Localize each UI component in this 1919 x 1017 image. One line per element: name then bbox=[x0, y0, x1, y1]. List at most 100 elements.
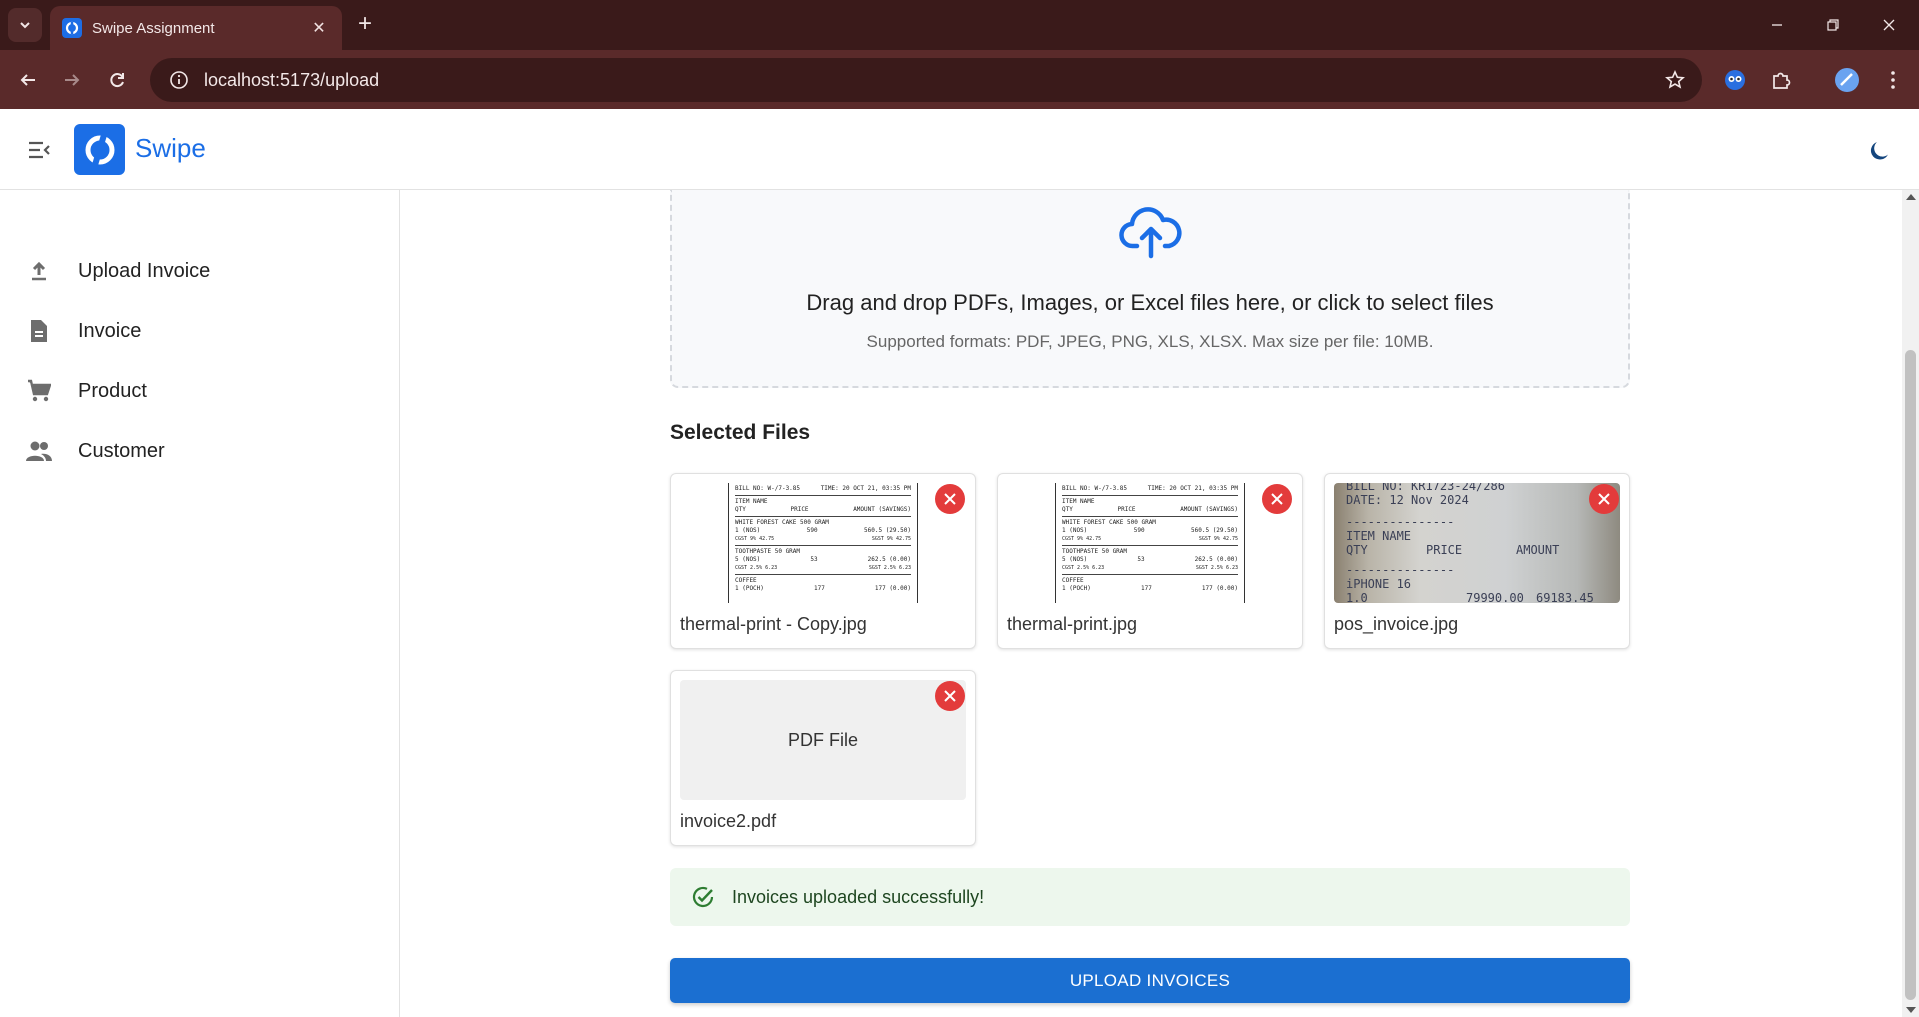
receipt-text: 177 (0.00) bbox=[874, 585, 911, 592]
remove-file-button[interactable] bbox=[1262, 484, 1292, 514]
receipt-text: CGST 9% 42.75 bbox=[735, 536, 775, 542]
receipt-text: COFFEE bbox=[735, 577, 757, 584]
close-icon bbox=[944, 690, 956, 702]
receipt-text: PRICE bbox=[790, 506, 809, 513]
sidebar-item-label: Upload Invoice bbox=[78, 259, 211, 282]
receipt-text: ITEM NAME bbox=[1062, 498, 1095, 505]
photo-text: 1.0 bbox=[1346, 591, 1368, 603]
receipt-text: 5 (NOS) bbox=[1062, 556, 1088, 563]
url-text[interactable]: localhost:5173/upload bbox=[204, 70, 1658, 91]
file-name: invoice2.pdf bbox=[680, 811, 777, 831]
sidebar-item-label: Product bbox=[78, 379, 147, 402]
scroll-down-arrow-icon[interactable] bbox=[1906, 1007, 1916, 1013]
reload-icon[interactable] bbox=[101, 64, 133, 96]
tab-search-button[interactable] bbox=[8, 8, 42, 42]
site-info-icon[interactable] bbox=[166, 67, 192, 93]
sidebar-item-customer[interactable]: Customer bbox=[0, 423, 399, 479]
remove-file-button[interactable] bbox=[935, 681, 965, 711]
browser-tab-active[interactable]: Swipe Assignment ✕ bbox=[50, 6, 342, 50]
receipt-text: SGST 2.5% 6.23 bbox=[868, 565, 911, 571]
receipt-text: 53 bbox=[810, 556, 818, 563]
brand-name[interactable]: Swipe bbox=[135, 133, 206, 164]
receipt-text: SGST 9% 42.75 bbox=[1198, 536, 1238, 542]
receipt-text: 560.5 (29.50) bbox=[864, 527, 911, 534]
swipe-logo-icon[interactable] bbox=[74, 124, 125, 175]
scrollbar-thumb[interactable] bbox=[1905, 350, 1916, 1000]
dropzone-title: Drag and drop PDFs, Images, or Excel fil… bbox=[806, 290, 1494, 315]
remove-file-button[interactable] bbox=[1589, 484, 1619, 514]
file-thumbnail: BILL NO: KR1723-24/286 DATE: 12 Nov 2024… bbox=[1334, 483, 1620, 603]
receipt-text: 590 bbox=[1133, 527, 1145, 534]
sidebar-item-invoice[interactable]: Invoice bbox=[0, 303, 399, 359]
receipt-text: COFFEE bbox=[1062, 577, 1084, 584]
receipt-text: AMOUNT (SAVINGS) bbox=[1180, 506, 1238, 513]
back-arrow-icon[interactable] bbox=[12, 64, 44, 96]
cart-icon bbox=[24, 376, 54, 406]
profile-avatar-icon[interactable] bbox=[1830, 63, 1864, 97]
receipt-text: 1 (POCH) bbox=[735, 585, 764, 592]
file-thumbnail: BILL NO: W-/7-3.85 TIME: 20 OCT 21, 03:35… bbox=[680, 483, 966, 603]
forward-arrow-icon[interactable] bbox=[56, 64, 88, 96]
receipt-preview: BILL NO: W-/7-3.85 TIME: 20 OCT 21, 03:35… bbox=[728, 483, 918, 603]
file-card: PDF File invoice2.pdf bbox=[670, 670, 976, 846]
pos-invoice-photo-preview: BILL NO: KR1723-24/286 DATE: 12 Nov 2024… bbox=[1334, 483, 1620, 603]
close-icon bbox=[1271, 493, 1283, 505]
chevron-down-icon bbox=[20, 22, 30, 29]
file-dropzone[interactable]: Drag and drop PDFs, Images, or Excel fil… bbox=[670, 190, 1630, 388]
bookmark-star-icon[interactable] bbox=[1658, 63, 1692, 97]
upload-invoices-button[interactable]: UPLOAD INVOICES bbox=[670, 958, 1630, 1003]
close-icon bbox=[944, 493, 956, 505]
photo-text: PRICE bbox=[1426, 543, 1463, 557]
restore-window-icon[interactable] bbox=[1818, 10, 1848, 40]
minimize-window-icon[interactable] bbox=[1762, 10, 1792, 40]
receipt-text: PRICE bbox=[1117, 506, 1136, 513]
sidebar: Upload Invoice Invoice Product Customer bbox=[0, 190, 400, 1017]
people-icon bbox=[24, 436, 54, 466]
receipt-text: 1 (NOS) bbox=[1062, 527, 1088, 534]
address-bar[interactable]: localhost:5173/upload bbox=[150, 58, 1702, 102]
receipt-text: 5 (NOS) bbox=[735, 556, 761, 563]
tab-title: Swipe Assignment bbox=[92, 19, 215, 37]
receipt-text: 262.5 (0.00) bbox=[1194, 556, 1238, 563]
pdf-placeholder: PDF File bbox=[680, 680, 966, 800]
close-window-icon[interactable] bbox=[1874, 10, 1904, 40]
file-card: BILL NO: W-/7-3.85 TIME: 20 OCT 21, 03:35… bbox=[670, 473, 976, 649]
sidebar-item-product[interactable]: Product bbox=[0, 363, 399, 419]
file-thumbnail: BILL NO: W-/7-3.85 TIME: 20 OCT 21, 03:35… bbox=[1007, 483, 1293, 603]
sidebar-item-label: Invoice bbox=[78, 319, 142, 342]
photo-text: 79990.00 bbox=[1466, 591, 1524, 603]
photo-text: iPHONE 16 bbox=[1346, 577, 1412, 591]
extensions-puzzle-icon[interactable] bbox=[1764, 63, 1798, 97]
extension-owl-icon[interactable] bbox=[1718, 63, 1752, 97]
menu-collapse-icon[interactable] bbox=[24, 135, 54, 165]
cloud-upload-icon bbox=[1119, 207, 1182, 259]
receipt-text: 177 bbox=[1140, 585, 1152, 592]
receipt-text: WHITE FOREST CAKE 500 GRAM bbox=[1062, 519, 1156, 526]
photo-text: DATE: 12 Nov 2024 bbox=[1346, 493, 1469, 507]
photo-text: --------------- bbox=[1346, 563, 1455, 577]
receipt-text: 1 (POCH) bbox=[1062, 585, 1091, 592]
sidebar-item-label: Customer bbox=[78, 439, 165, 462]
photo-text: --------------- bbox=[1346, 515, 1455, 529]
receipt-text: 53 bbox=[1137, 556, 1145, 563]
receipt-text: BILL NO: W-/7-3.85 bbox=[735, 485, 801, 492]
dark-mode-moon-icon[interactable] bbox=[1866, 137, 1894, 165]
receipt-text: 560.5 (29.50) bbox=[1191, 527, 1238, 534]
remove-file-button[interactable] bbox=[935, 484, 965, 514]
receipt-text: 177 (0.00) bbox=[1201, 585, 1238, 592]
receipt-text: ITEM NAME bbox=[735, 498, 768, 505]
receipt-text: 177 bbox=[813, 585, 825, 592]
browser-menu-icon[interactable] bbox=[1876, 63, 1910, 97]
sidebar-item-upload-invoice[interactable]: Upload Invoice bbox=[0, 243, 399, 299]
new-tab-button[interactable]: + bbox=[352, 12, 378, 38]
receipt-text: CGST 2.5% 6.23 bbox=[735, 565, 778, 571]
photo-text: BILL NO: KR1723-24/286 bbox=[1346, 483, 1505, 493]
page-scrollbar[interactable] bbox=[1902, 190, 1919, 1017]
tab-close-icon[interactable]: ✕ bbox=[308, 17, 330, 39]
scroll-up-arrow-icon[interactable] bbox=[1906, 194, 1916, 200]
file-thumbnail: PDF File bbox=[680, 680, 966, 800]
receipt-text: TOOTHPASTE 50 GRAM bbox=[735, 548, 801, 555]
receipt-text: CGST 9% 42.75 bbox=[1062, 536, 1102, 542]
app-header: Swipe bbox=[0, 109, 1919, 190]
file-card: BILL NO: KR1723-24/286 DATE: 12 Nov 2024… bbox=[1324, 473, 1630, 649]
